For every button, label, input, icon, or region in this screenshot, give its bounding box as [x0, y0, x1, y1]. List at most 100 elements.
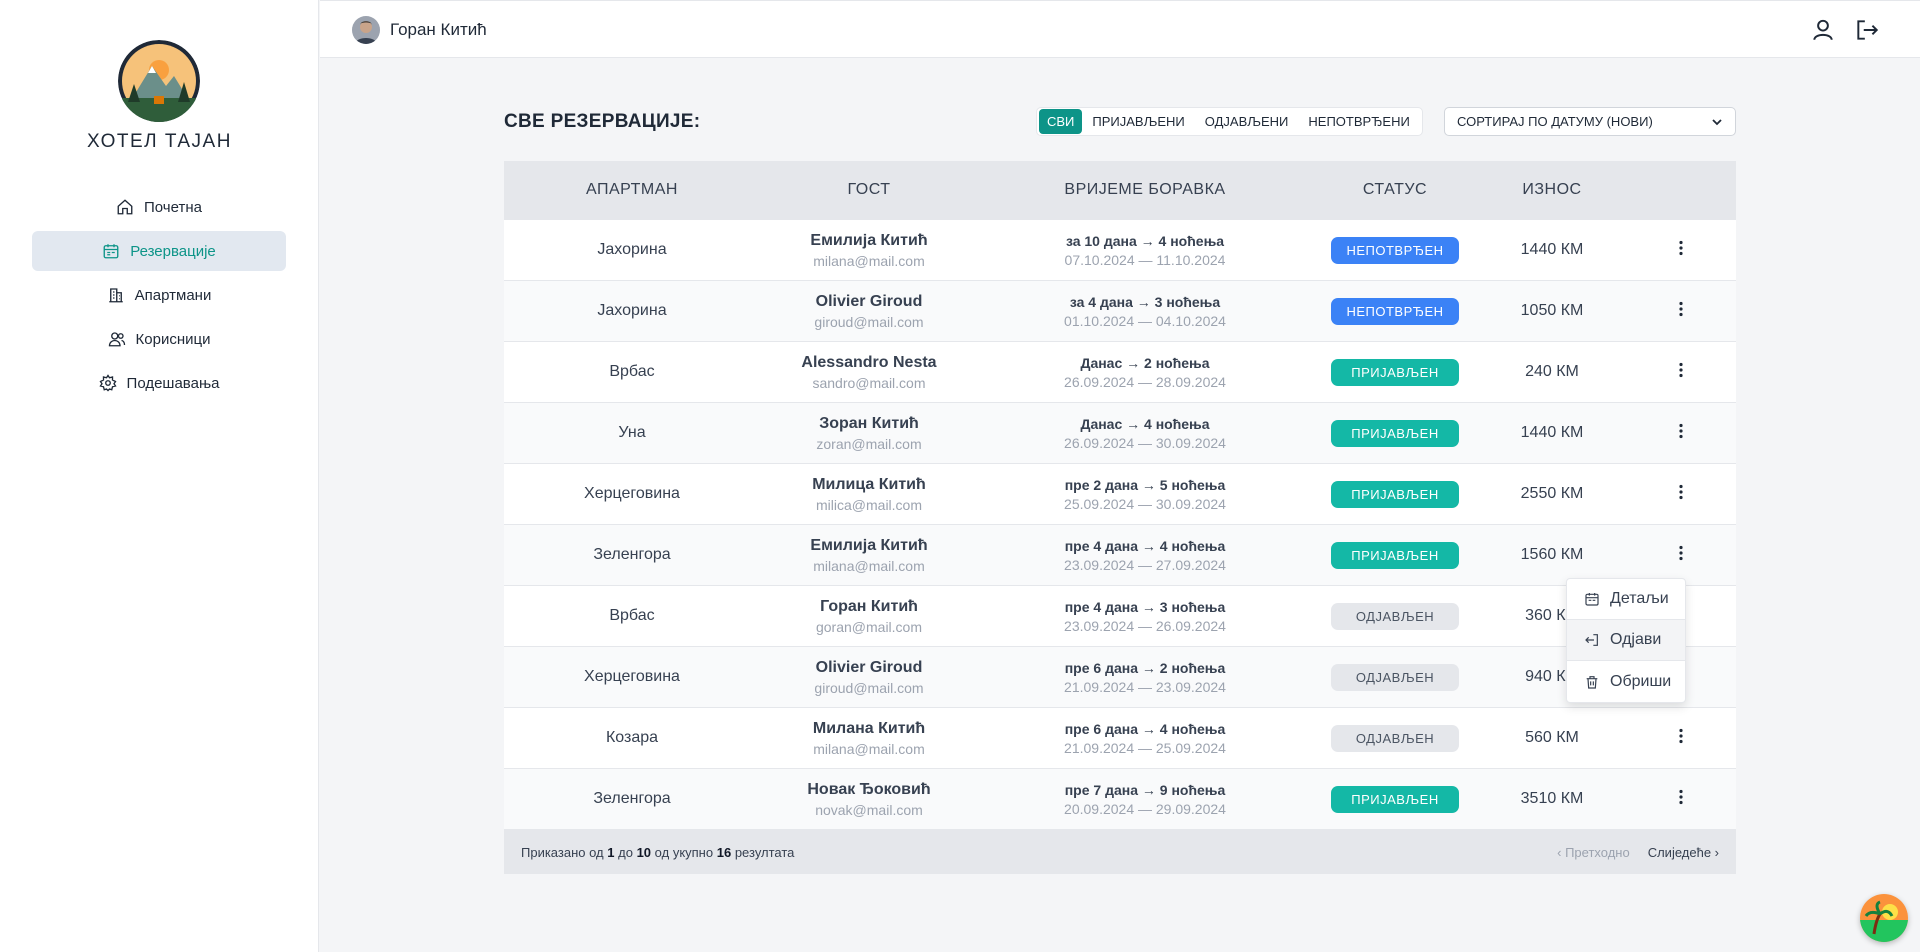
sidebar-item-users[interactable]: Корисници	[32, 319, 286, 359]
guest-email: goran@mail.com	[815, 618, 923, 635]
sidebar-item-home[interactable]: Почетна	[32, 187, 286, 227]
current-user[interactable]: Горан Китић	[352, 16, 487, 44]
stay-dates: 21.09.2024 — 25.09.2024	[1064, 739, 1226, 756]
apartment-cell: Уна	[618, 424, 646, 441]
table-row[interactable]: Козара Милана Китић milana@mail.com пре 6 д…	[504, 707, 1736, 768]
table-row[interactable]: Зеленгора Новак Ђоковић novak@mail.com пре …	[504, 768, 1736, 829]
filter-all[interactable]: СВИ	[1039, 109, 1083, 134]
stay-summary: пре 6 дана → 4 ноћења	[1064, 720, 1226, 737]
status-badge: ОДЈАВЉЕН	[1331, 724, 1459, 752]
stay-summary: пре 2 дана → 5 ноћења	[1064, 476, 1226, 493]
table-row[interactable]: Херцеговина Милица Китић milica@mail.com пр…	[504, 463, 1736, 524]
sidebar-item-reservations[interactable]: Резервације	[32, 231, 286, 271]
guest-name: Милица Китић	[812, 475, 926, 493]
guest-email: milana@mail.com	[813, 740, 925, 757]
more-vertical-icon[interactable]	[1671, 299, 1691, 319]
guest-name: Olivier Giroud	[815, 658, 923, 676]
stay-dates: 26.09.2024 — 28.09.2024	[1064, 373, 1226, 390]
sort-select[interactable]: СОРТИРАЈ ПО ДАТУМУ (НОВИ)	[1444, 107, 1736, 136]
table-row[interactable]: Зеленгора Емилија Китић milana@mail.com пре…	[504, 524, 1736, 585]
logout-icon[interactable]	[1854, 17, 1880, 43]
guest-name: Olivier Giroud	[815, 292, 923, 310]
guest-name: Зоран Китић	[819, 414, 919, 432]
amount-cell: 1050 КМ	[1520, 302, 1584, 319]
status-badge: ОДЈАВЉЕН	[1331, 602, 1459, 630]
stay-dates: 21.09.2024 — 23.09.2024	[1064, 678, 1226, 695]
pagination-summary: Приказано од 1 до 10 од укупно 16 резулт…	[521, 844, 795, 860]
guest-name: Емилија Китић	[810, 231, 928, 249]
more-vertical-icon[interactable]	[1671, 543, 1691, 563]
apartment-cell: Херцеговина	[584, 668, 680, 685]
stay-summary: пре 4 дана → 3 ноћења	[1064, 598, 1226, 615]
filter-checked-in[interactable]: ПРИЈАВЉЕНИ	[1082, 109, 1194, 134]
stay-summary: Данас → 4 ноћења	[1080, 415, 1210, 432]
stay-summary: пре 4 дана → 4 ноћења	[1064, 537, 1226, 554]
guest-email: milana@mail.com	[813, 557, 925, 574]
users-icon	[108, 332, 125, 347]
table-footer: Приказано од 1 до 10 од укупно 16 резулт…	[504, 829, 1736, 874]
status-badge: ПРИЈАВЉЕН	[1331, 541, 1459, 569]
next-page-button[interactable]: Слиједеће ›	[1648, 845, 1719, 860]
guest-email: sandro@mail.com	[812, 374, 926, 391]
column-header-guest: ГОСТ	[847, 181, 891, 198]
sidebar-item-label: Почетна	[144, 198, 202, 216]
filter-unconfirmed[interactable]: НЕПОТВРЂЕНИ	[1298, 109, 1419, 134]
apartment-cell: Јахорина	[597, 302, 667, 319]
stay-dates: 01.10.2024 — 04.10.2024	[1064, 312, 1226, 329]
calendar-icon	[103, 244, 119, 259]
sidebar-item-settings[interactable]: Подешавања	[32, 363, 286, 403]
guest-name: Новак Ђоковић	[807, 780, 931, 798]
chevron-left-icon: ‹	[1557, 844, 1566, 860]
filter-checked-out[interactable]: ОДЈАВЉЕНИ	[1195, 109, 1299, 134]
guest-name: Горан Китић	[820, 597, 918, 615]
stay-summary: за 10 дана → 4 ноћења	[1065, 232, 1225, 249]
menu-item-details[interactable]: Детаљи	[1567, 579, 1685, 620]
status-badge: ОДЈАВЉЕН	[1331, 663, 1459, 691]
more-vertical-icon[interactable]	[1671, 238, 1691, 258]
sidebar-item-label: Апартмани	[134, 286, 212, 304]
stay-summary: за 4 дана → 3 ноћења	[1069, 293, 1221, 310]
status-badge: ПРИЈАВЉЕН	[1331, 358, 1459, 386]
apartment-cell: Зеленгора	[593, 546, 671, 563]
table-row[interactable]: Херцеговина Olivier Giroud giroud@mail.com…	[504, 646, 1736, 707]
apartment-cell: Козара	[605, 729, 659, 746]
top-header: Горан Китић	[320, 0, 1920, 58]
user-icon[interactable]	[1810, 17, 1836, 43]
guest-name: Емилија Китић	[810, 536, 928, 554]
menu-item-delete[interactable]: Обриши	[1567, 661, 1685, 702]
apartment-cell: Херцеговина	[584, 485, 680, 502]
beach-widget-icon[interactable]	[1860, 894, 1908, 942]
page-title: СВЕ РЕЗЕРВАЦИЈЕ:	[504, 111, 701, 132]
status-badge: ПРИЈАВЉЕН	[1331, 419, 1459, 447]
stay-dates: 26.09.2024 — 30.09.2024	[1064, 434, 1226, 451]
sort-select-value: СОРТИРАЈ ПО ДАТУМУ (НОВИ)	[1457, 114, 1653, 129]
table-row[interactable]: Врбас Alessandro Nesta sandro@mail.com Дана…	[504, 341, 1736, 402]
home-icon	[117, 199, 133, 215]
chevron-right-icon: ›	[1711, 844, 1719, 860]
stay-summary: пре 7 дана → 9 ноћења	[1064, 781, 1226, 798]
prev-page-button[interactable]: ‹ Претходно	[1557, 845, 1630, 860]
status-badge: НЕПОТВРЂЕН	[1331, 297, 1459, 325]
hotel-name: ХОТЕЛ ТАЈАН	[87, 131, 232, 152]
more-vertical-icon[interactable]	[1671, 360, 1691, 380]
apartment-cell: Врбас	[609, 607, 655, 624]
reservations-table: АПАРТМАН ГОСТ ВРИЈЕМЕ БОРАВКА СТАТУС ИЗН…	[504, 161, 1736, 874]
sidebar-item-apartments[interactable]: Апартмани	[32, 275, 286, 315]
more-vertical-icon[interactable]	[1671, 482, 1691, 502]
table-row[interactable]: Јахорина Емилија Китић milana@mail.com за 1…	[504, 219, 1736, 280]
amount-cell: 3510 КМ	[1520, 790, 1584, 807]
more-vertical-icon[interactable]	[1671, 421, 1691, 441]
hotel-logo	[118, 40, 200, 122]
table-row[interactable]: Јахорина Olivier Giroud giroud@mail.com за …	[504, 280, 1736, 341]
guest-email: novak@mail.com	[815, 801, 923, 818]
table-row[interactable]: Уна Зоран Китић zoran@mail.com Данас → 4 но…	[504, 402, 1736, 463]
status-badge: ПРИЈАВЉЕН	[1331, 480, 1459, 508]
status-badge: НЕПОТВРЂЕН	[1331, 236, 1459, 264]
menu-item-checkout[interactable]: Одјави	[1567, 620, 1685, 661]
more-vertical-icon[interactable]	[1671, 726, 1691, 746]
more-vertical-icon[interactable]	[1671, 787, 1691, 807]
amount-cell: 240 КМ	[1525, 363, 1579, 380]
table-row[interactable]: Врбас Горан Китић goran@mail.com пре 4 дана…	[504, 585, 1736, 646]
amount-cell: 1560 КМ	[1520, 546, 1584, 563]
building-icon	[108, 288, 123, 303]
